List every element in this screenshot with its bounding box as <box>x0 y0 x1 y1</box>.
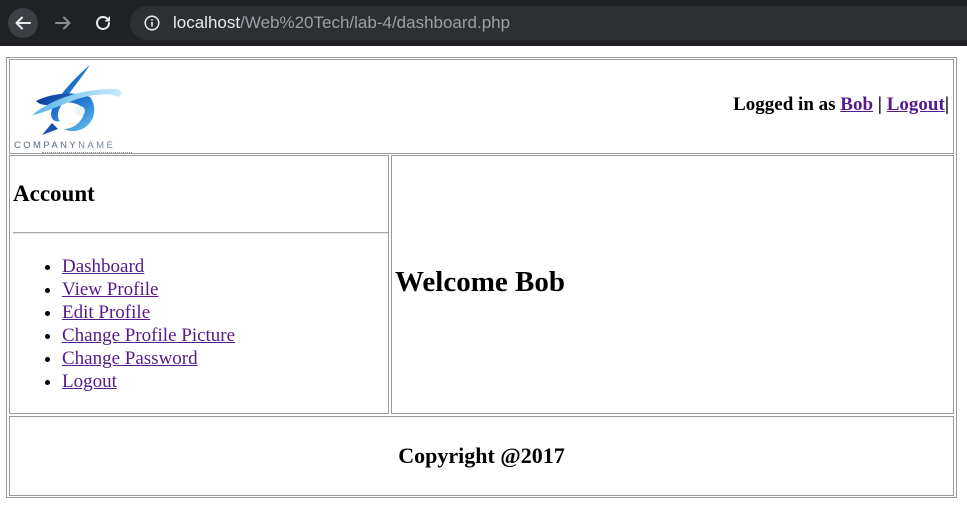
sidebar-item-dashboard: Dashboard <box>62 255 235 278</box>
forward-button[interactable] <box>48 8 78 38</box>
arrow-right-icon <box>55 16 71 30</box>
header-cell: COMPANYNAME Logged in as Bob | Logout| <box>9 59 954 154</box>
main-content-cell: Welcome Bob <box>391 155 954 414</box>
sidebar-link-change-picture[interactable]: Change Profile Picture <box>62 325 235 346</box>
logo-wordmark: COMPANYNAME <box>14 140 115 151</box>
logged-in-label: Logged in as <box>733 94 836 115</box>
sidebar-item-view-profile: View Profile <box>62 278 235 301</box>
login-status: Logged in as Bob | Logout| <box>733 94 949 116</box>
info-icon[interactable] <box>144 15 160 31</box>
welcome-heading: Welcome Bob <box>395 266 565 298</box>
sidebar-link-logout[interactable]: Logout <box>62 371 117 392</box>
back-button[interactable] <box>8 8 38 38</box>
copyright-text: Copyright @2017 <box>398 443 565 468</box>
logo-word-name: NAME <box>78 140 116 151</box>
logo-tagline-line <box>42 152 132 153</box>
sidebar-item-change-password: Change Password <box>62 347 235 370</box>
sidebar-menu: Dashboard View Profile Edit Profile Chan… <box>24 255 235 393</box>
logo-word-company: COMPANY <box>14 140 79 151</box>
sidebar-link-edit-profile[interactable]: Edit Profile <box>62 302 150 323</box>
sidebar-item-logout: Logout <box>62 370 235 393</box>
url-host: localhost <box>173 13 241 32</box>
sidebar-cell: Account Dashboard View Profile Edit Prof… <box>9 155 389 414</box>
header-logout-link[interactable]: Logout <box>887 94 945 115</box>
company-logo: COMPANYNAME <box>12 63 140 153</box>
address-bar[interactable]: localhost/Web%20Tech/lab-4/dashboard.php <box>130 6 967 40</box>
sidebar-title: Account <box>13 181 95 206</box>
sidebar-item-edit-profile: Edit Profile <box>62 301 235 324</box>
page: COMPANYNAME Logged in as Bob | Logout| A… <box>0 46 967 512</box>
sidebar-link-view-profile[interactable]: View Profile <box>62 279 158 300</box>
sidebar-link-change-password[interactable]: Change Password <box>62 348 198 369</box>
company-logo-icon <box>32 65 122 135</box>
login-separator: | <box>877 94 882 115</box>
username-link[interactable]: Bob <box>840 94 873 115</box>
browser-toolbar: localhost/Web%20Tech/lab-4/dashboard.php <box>0 0 967 46</box>
reload-button[interactable] <box>88 8 118 38</box>
arrow-left-icon <box>15 16 31 30</box>
sidebar-divider <box>13 232 388 234</box>
url-text[interactable]: localhost/Web%20Tech/lab-4/dashboard.php <box>173 13 510 33</box>
sidebar-link-dashboard[interactable]: Dashboard <box>62 256 144 277</box>
login-trailing-separator: | <box>944 94 949 115</box>
url-path: /Web%20Tech/lab-4/dashboard.php <box>240 13 511 32</box>
reload-icon <box>96 16 110 30</box>
sidebar-item-change-picture: Change Profile Picture <box>62 324 235 347</box>
footer-cell: Copyright @2017 <box>9 416 954 496</box>
